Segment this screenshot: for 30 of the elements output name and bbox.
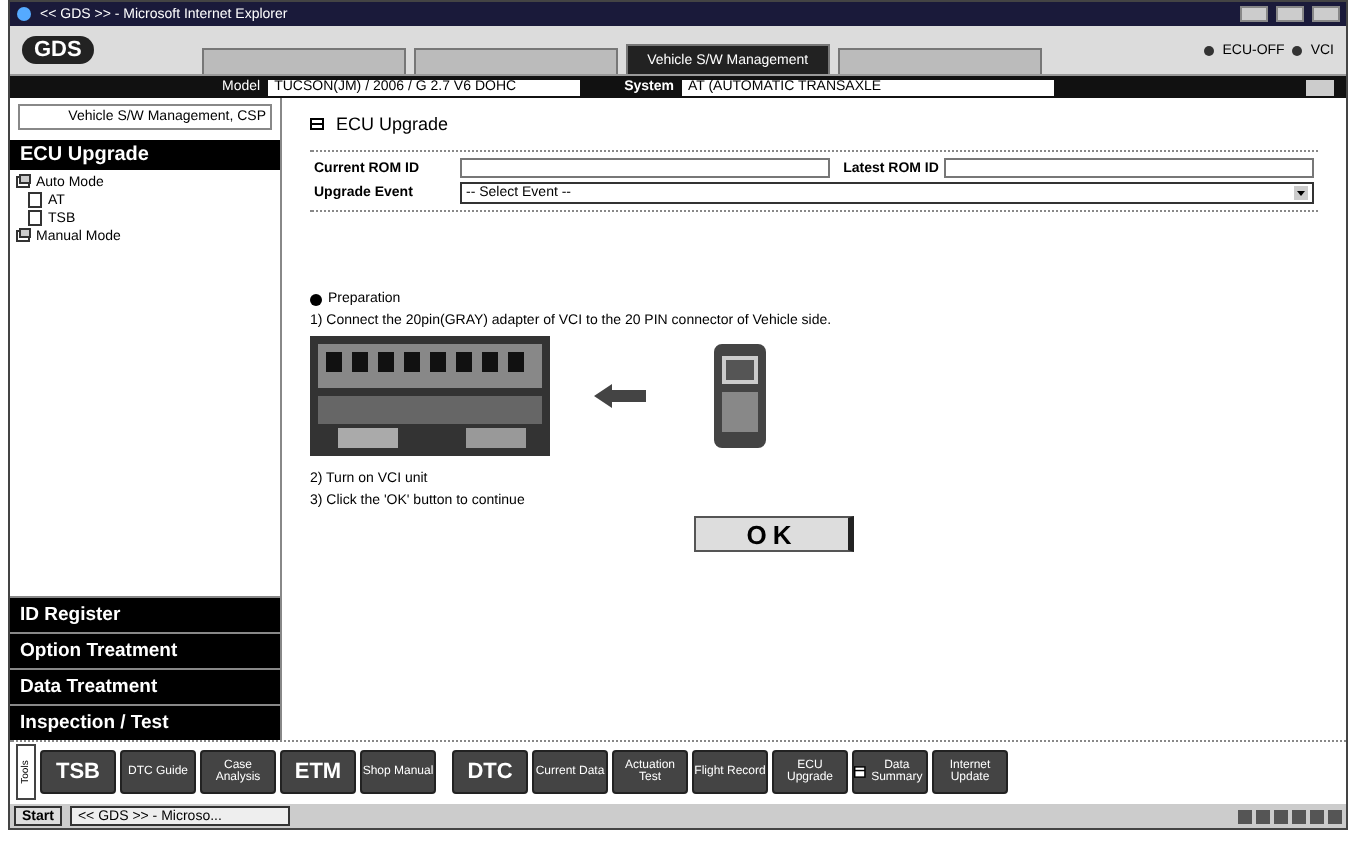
- tab[interactable]: [413, 48, 618, 74]
- status-dot-icon: [1292, 45, 1303, 55]
- section-heading: ECU Upgrade: [10, 140, 280, 170]
- menu-item[interactable]: Data Treatment: [10, 668, 280, 704]
- table-icon: [854, 764, 866, 780]
- folder-icon: [16, 228, 32, 244]
- minimize-button[interactable]: [1240, 6, 1268, 22]
- page-title: ECU Upgrade: [336, 114, 449, 134]
- folder-icon: [16, 174, 32, 190]
- menu-item[interactable]: Inspection / Test: [10, 704, 280, 740]
- logo: GDS: [22, 36, 94, 64]
- browser-icon: [16, 6, 32, 22]
- close-button[interactable]: [1312, 6, 1340, 22]
- toolbar-button[interactable]: ETM: [280, 750, 356, 794]
- dropdown-arrow-icon: [1294, 186, 1308, 200]
- menu-item[interactable]: ID Register: [10, 596, 280, 632]
- bullet-icon: [310, 293, 322, 305]
- status-dot-icon: [1204, 45, 1215, 55]
- list-icon: [310, 118, 324, 130]
- tab[interactable]: [837, 48, 1042, 74]
- toggle-button[interactable]: [1306, 79, 1334, 95]
- ok-button[interactable]: OK: [694, 516, 854, 552]
- toolbar-button[interactable]: TSB: [40, 750, 116, 794]
- arrow-icon: [594, 384, 646, 408]
- menu-item[interactable]: Option Treatment: [10, 632, 280, 668]
- maximize-button[interactable]: [1276, 6, 1304, 22]
- toolbar-button[interactable]: DTC: [452, 750, 528, 794]
- input-field[interactable]: [460, 158, 830, 178]
- tab[interactable]: [201, 48, 406, 74]
- input-field[interactable]: [944, 158, 1314, 178]
